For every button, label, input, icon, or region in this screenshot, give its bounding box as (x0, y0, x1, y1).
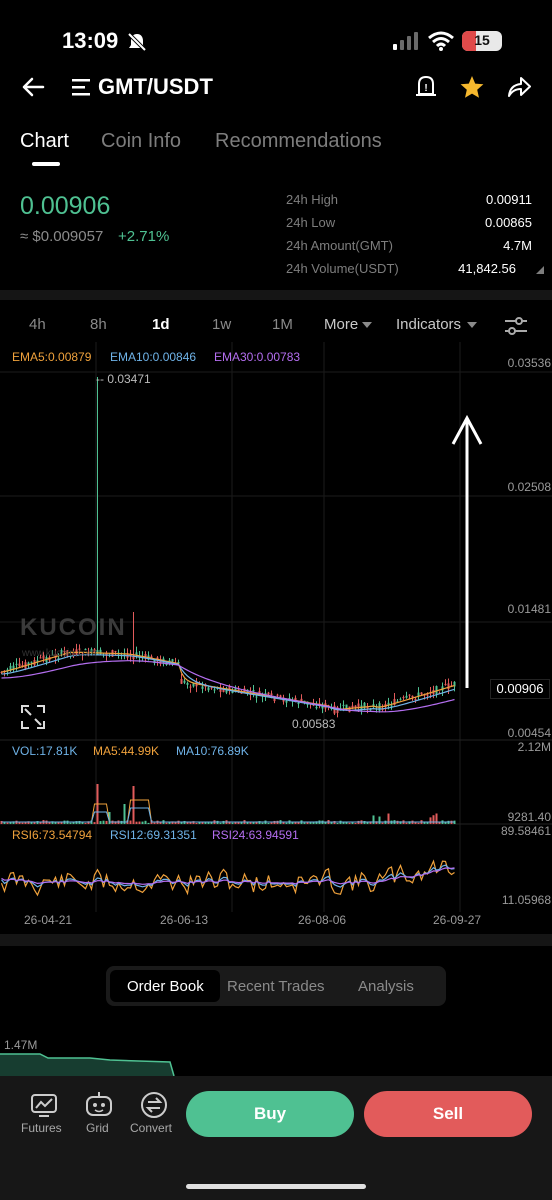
section-divider (0, 290, 552, 300)
favorite-star-icon[interactable] (459, 74, 485, 100)
vol-ma10-label: MA10:76.89K (176, 744, 249, 758)
current-price-marker: 0.00906 (490, 679, 550, 699)
vol-axis-bottom: 9281.40 (507, 810, 551, 824)
chevron-down-icon (467, 322, 477, 328)
active-tab-indicator (32, 162, 60, 166)
back-arrow-icon[interactable] (20, 74, 46, 100)
tab-order-book[interactable]: Order Book (127, 978, 204, 995)
stat-label-high: 24h High (286, 192, 339, 207)
date-label: 26-06-13 (160, 913, 209, 927)
corner-triangle-icon (536, 266, 544, 274)
nav-grid-label[interactable]: Grid (86, 1121, 109, 1135)
battery-indicator: 15 (462, 31, 502, 51)
rsi-axis-bottom: 11.05968 (501, 893, 551, 907)
rsi24-label: RSI24:63.94591 (212, 828, 299, 842)
timeframe-8h[interactable]: 8h (90, 316, 107, 333)
date-label: 26-04-21 (24, 913, 73, 927)
alert-bell-icon[interactable]: ! (414, 74, 438, 100)
vol-label: VOL:17.81K (12, 744, 78, 758)
fullscreen-icon[interactable] (20, 704, 46, 730)
price-change: +2.71% (118, 228, 170, 245)
futures-icon[interactable] (30, 1092, 58, 1118)
date-label: 26-08-06 (298, 913, 347, 927)
grid-bot-icon[interactable] (84, 1090, 114, 1118)
rsi-lines (0, 859, 455, 897)
menu-icon[interactable] (72, 78, 92, 96)
stat-label-low: 24h Low (286, 215, 336, 230)
stat-label-volume: 24h Volume(USDT) (286, 261, 399, 276)
timeframe-1d[interactable]: 1d (152, 316, 170, 333)
wifi-icon (428, 31, 454, 51)
indicators-dropdown[interactable]: Indicators (396, 316, 461, 333)
more-dropdown[interactable]: More (324, 316, 358, 333)
rsi12-label: RSI12:69.31351 (110, 828, 197, 842)
vol-ma5-label: MA5:44.99K (93, 744, 160, 758)
stat-value-low: 0.00865 (485, 215, 532, 230)
status-bar: 13:09 15 (0, 0, 552, 72)
price-axis-label: 0.00454 (507, 726, 551, 740)
trading-pair-title[interactable]: GMT/USDT (98, 74, 213, 100)
watermark-logo: KUCOIN (20, 614, 127, 641)
high-annotation: -- 0.03471 (96, 372, 151, 386)
fiat-price: ≈ $0.009057 (20, 228, 104, 245)
rsi6-label: RSI6:73.54794 (12, 828, 93, 842)
low-annotation: 0.00583 (292, 717, 336, 731)
mute-bell-icon (127, 32, 147, 52)
convert-icon[interactable] (139, 1090, 169, 1120)
nav-futures-label[interactable]: Futures (21, 1121, 62, 1135)
tab-recommendations[interactable]: Recommendations (215, 130, 382, 153)
chevron-down-icon (362, 322, 372, 328)
volume-bars (0, 784, 456, 824)
last-price: 0.00906 (20, 192, 111, 220)
timeframe-1w[interactable]: 1w (212, 316, 231, 333)
signal-icon (393, 32, 418, 50)
tab-analysis[interactable]: Analysis (358, 978, 414, 995)
ema-lines (1, 651, 455, 713)
timeframe-4h[interactable]: 4h (29, 316, 46, 333)
depth-chart (0, 1053, 175, 1076)
section-divider (0, 934, 552, 946)
svg-text:!: ! (424, 83, 427, 94)
tab-chart[interactable]: Chart (20, 130, 69, 153)
watermark-url: www.kucoin.com (22, 648, 97, 659)
price-axis-label: 0.02508 (507, 480, 551, 494)
tab-coin-info[interactable]: Coin Info (101, 130, 181, 153)
nav-convert-label[interactable]: Convert (130, 1121, 172, 1135)
stat-label-amount: 24h Amount(GMT) (286, 238, 393, 253)
main-tabs: Chart Coin Info Recommendations (0, 124, 552, 170)
tab-recent-trades[interactable]: Recent Trades (227, 978, 325, 995)
vol-axis-top: 2.12M (517, 740, 551, 754)
rsi-axis-top: 89.58461 (500, 824, 551, 838)
buy-button[interactable]: Buy (186, 1091, 354, 1137)
home-indicator[interactable] (186, 1184, 366, 1189)
battery-level: 15 (474, 32, 490, 48)
sell-button[interactable]: Sell (364, 1091, 532, 1137)
timeframe-1m[interactable]: 1M (272, 316, 293, 333)
stat-value-high: 0.00911 (485, 192, 532, 207)
depth-label: 1.47M (4, 1038, 38, 1052)
price-axis-label: 0.03536 (507, 356, 551, 370)
stat-value-volume: 41,842.56 (458, 261, 516, 276)
chart-settings-icon[interactable] (504, 316, 528, 336)
stat-value-amount: 4.7M (503, 238, 532, 253)
share-icon[interactable] (506, 74, 532, 100)
up-arrow-annotation (451, 414, 483, 688)
status-time: 13:09 (62, 28, 119, 53)
date-label: 26-09-27 (433, 913, 482, 927)
price-axis-label: 0.01481 (507, 602, 551, 616)
